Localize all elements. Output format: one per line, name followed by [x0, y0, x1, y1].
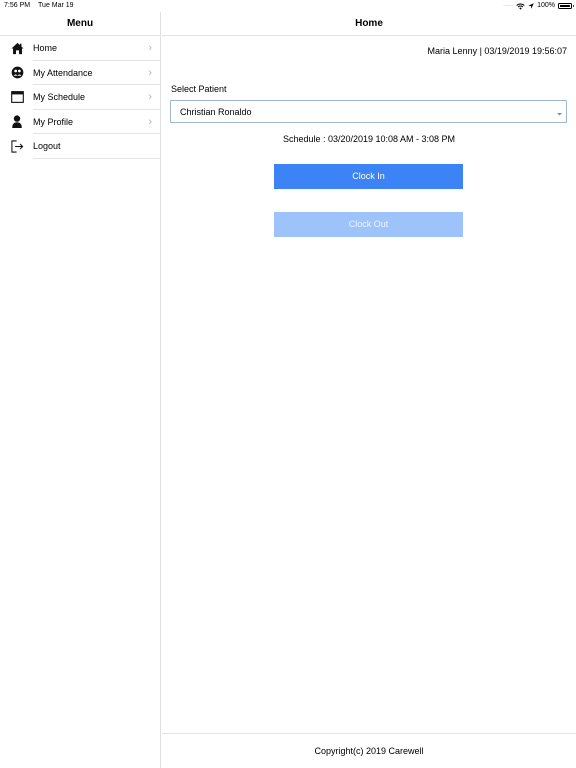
calendar-icon — [10, 90, 24, 104]
location-arrow-icon — [528, 3, 534, 9]
sidebar-item-label: My Profile — [33, 116, 74, 127]
chevron-right-icon: › — [148, 66, 152, 79]
sidebar-title: Menu — [0, 12, 160, 36]
sidebar-item-home[interactable]: Home › — [0, 36, 160, 61]
patient-select-value: Christian Ronaldo — [180, 107, 252, 117]
sidebar-item-label: Logout — [33, 141, 61, 152]
patient-select[interactable]: Christian Ronaldo — [170, 100, 567, 123]
status-bar: 7:56 PM Tue Mar 19 ····· 100% — [0, 0, 576, 12]
chevron-right-icon: › — [148, 42, 152, 54]
sidebar-item-label: Home — [33, 43, 58, 54]
schedule-text: Schedule : 03/20/2019 10:08 AM - 3:08 PM — [282, 134, 456, 144]
sidebar-item-label: My Attendance — [33, 67, 93, 78]
sidebar-item-label: My Schedule — [33, 92, 86, 103]
user-timestamp: Maria Lenny | 03/19/2019 19:56:07 — [427, 46, 567, 56]
battery-percent: 100% — [537, 2, 555, 9]
chevron-right-icon: › — [148, 91, 152, 103]
profile-icon — [10, 115, 24, 129]
clock-in-button[interactable]: Clock In — [274, 164, 463, 189]
sidebar: Menu Home › My Attendance › My Schedule … — [0, 12, 161, 768]
dropdown-caret-icon — [557, 113, 562, 116]
sidebar-item-logout[interactable]: Logout — [0, 134, 160, 159]
sidebar-item-profile[interactable]: My Profile › — [0, 110, 160, 134]
sidebar-item-schedule[interactable]: My Schedule › — [0, 85, 160, 110]
sidebar-item-attendance[interactable]: My Attendance › — [0, 61, 160, 85]
clock-out-button[interactable]: Clock Out — [274, 212, 463, 237]
select-patient-label: Select Patient — [171, 84, 227, 94]
chevron-right-icon: › — [148, 115, 152, 128]
footer-copyright: Copyright(c) 2019 Carewell — [162, 733, 576, 768]
status-date: Tue Mar 19 — [38, 2, 74, 9]
attendance-icon — [10, 66, 24, 80]
main-panel: Home Maria Lenny | 03/19/2019 19:56:07 S… — [162, 12, 576, 768]
logout-icon — [10, 139, 24, 153]
page-title: Home — [162, 12, 576, 36]
home-icon — [10, 41, 24, 55]
battery-icon — [558, 3, 574, 9]
signal-dots-icon: ····· — [503, 3, 514, 9]
wifi-icon — [516, 3, 525, 10]
status-time: 7:56 PM — [4, 2, 31, 9]
